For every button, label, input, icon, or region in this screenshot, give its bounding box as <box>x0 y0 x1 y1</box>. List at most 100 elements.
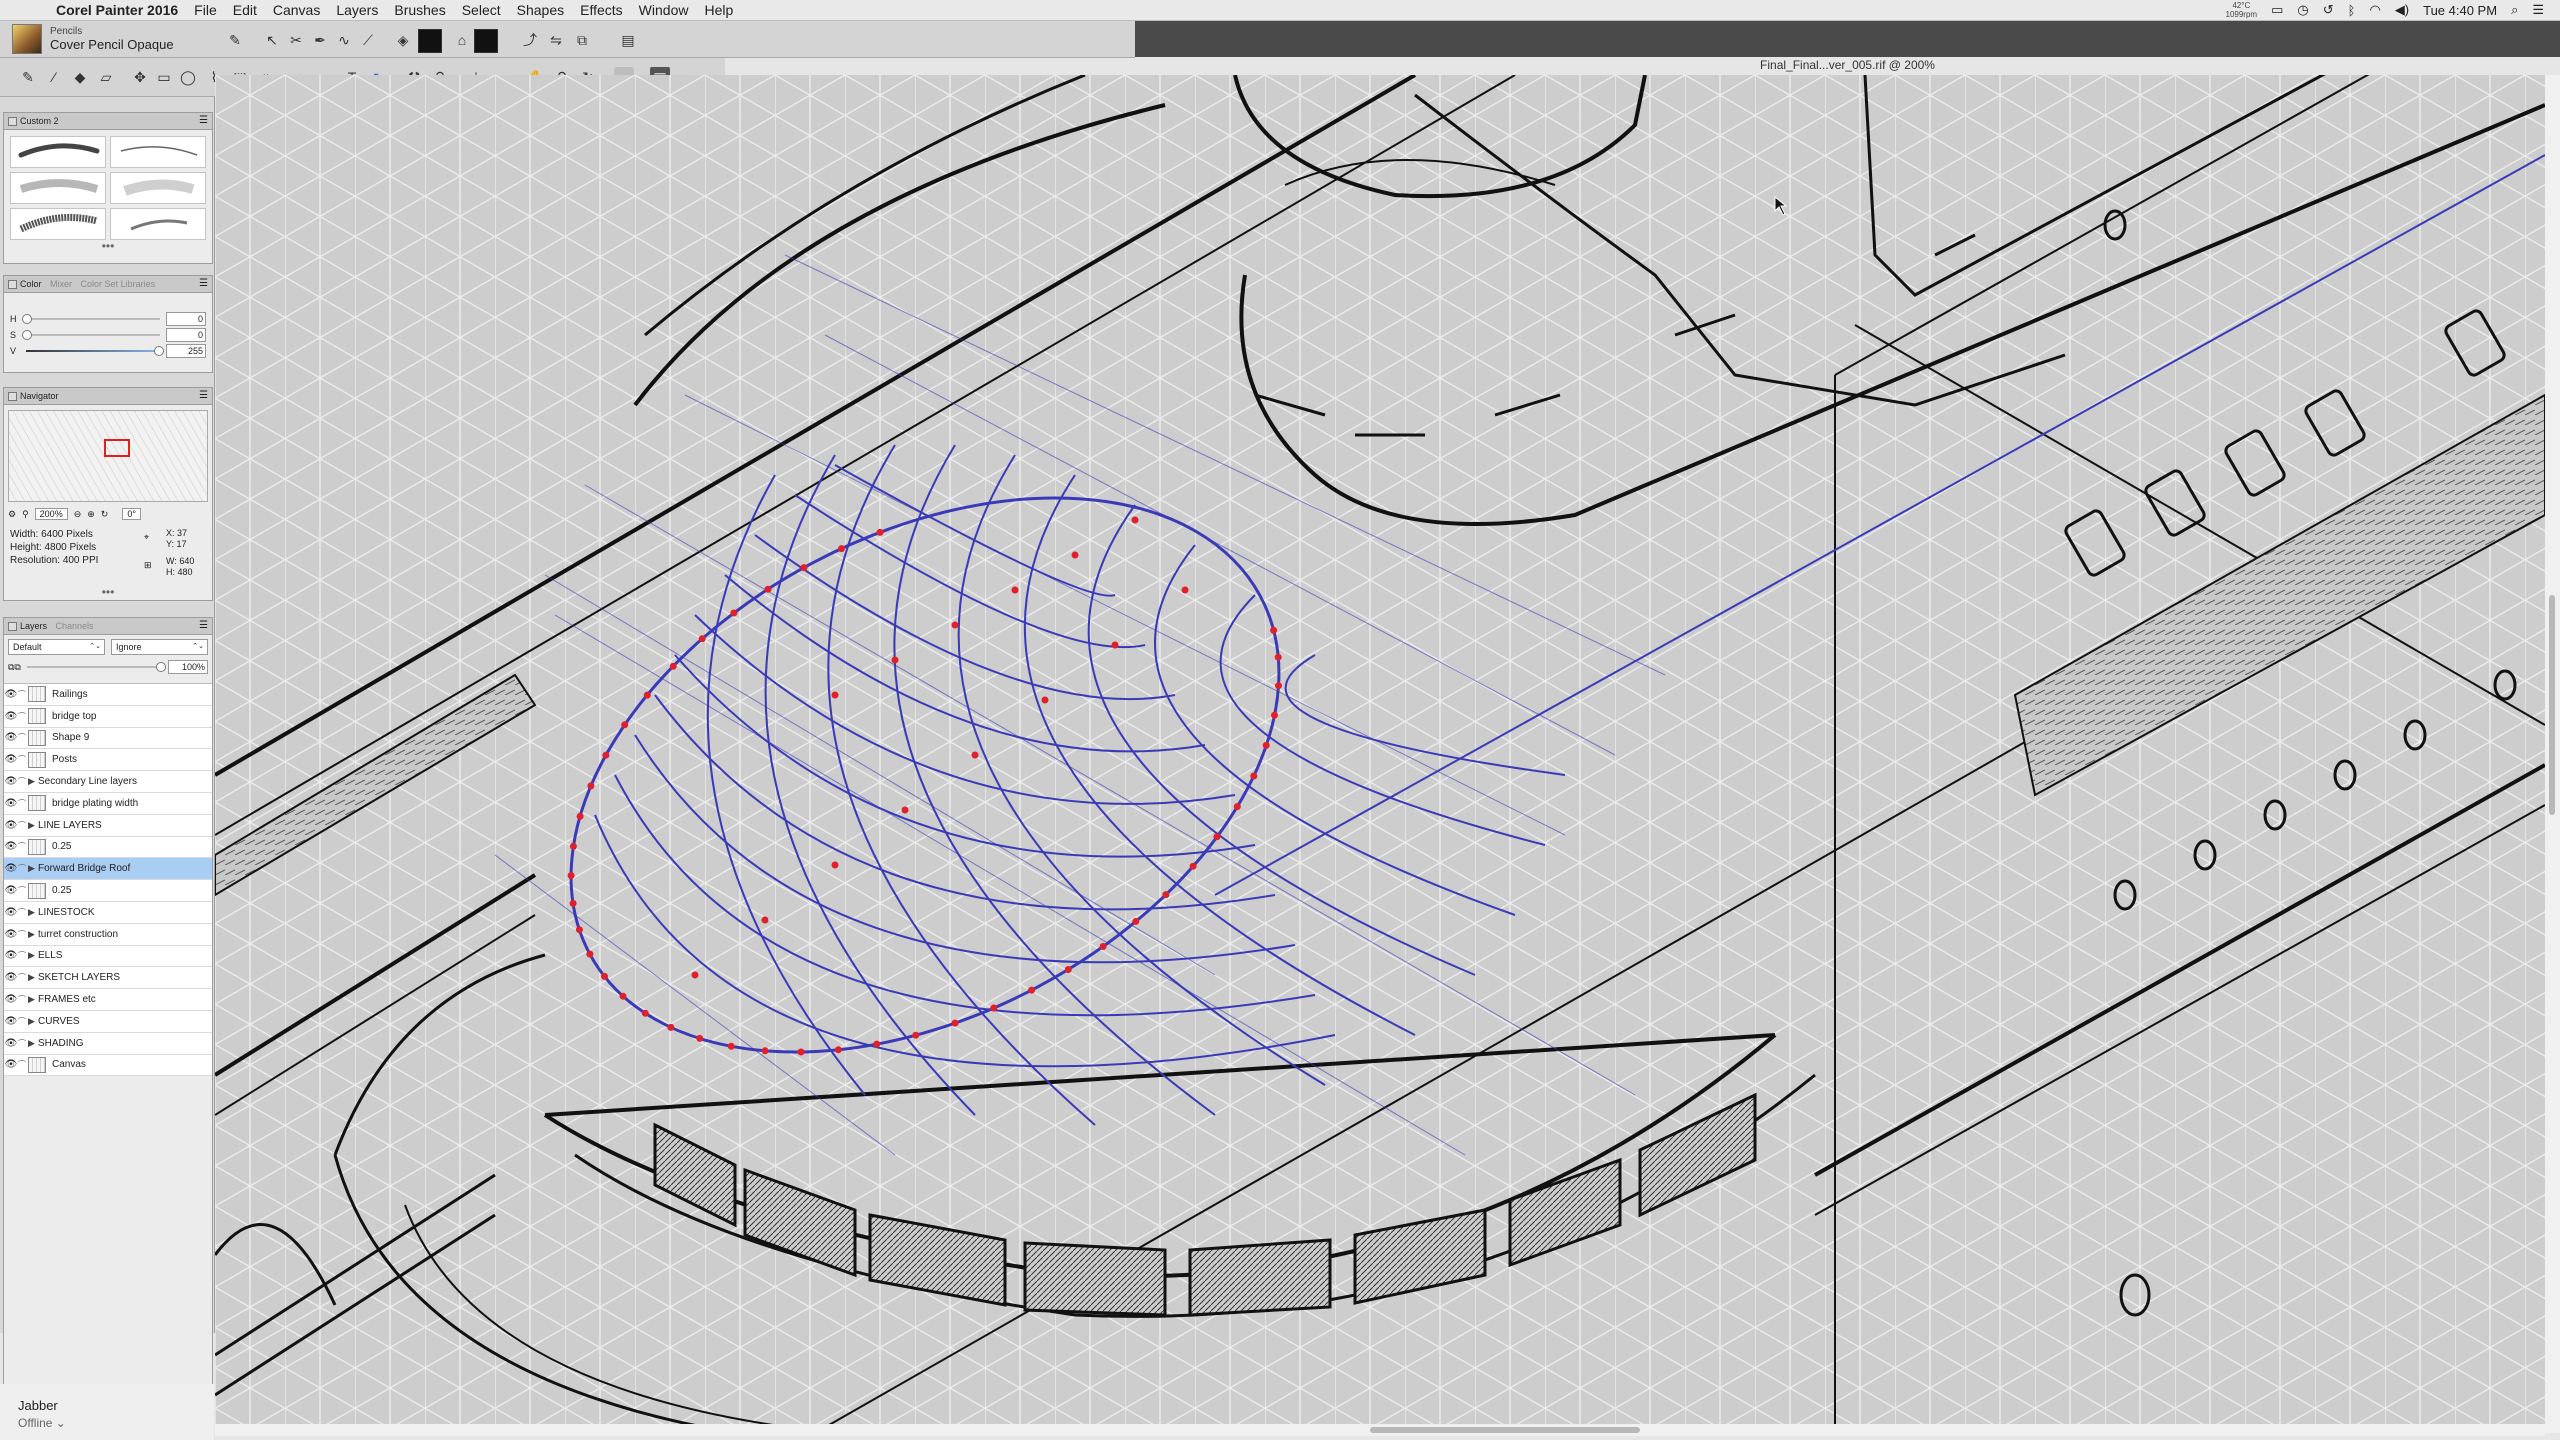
visibility-eye-icon[interactable]: 👁︎ <box>4 863 18 874</box>
layer-lock-icon[interactable]: ⌒ <box>18 994 28 1005</box>
rotate-icon[interactable]: ↻ <box>101 509 109 520</box>
bezier-control-point[interactable] <box>891 656 899 664</box>
bezier-control-point[interactable] <box>834 1046 842 1054</box>
brush-tool-button[interactable]: ✎ <box>18 67 38 87</box>
visibility-eye-icon[interactable]: 👁︎ <box>4 885 18 896</box>
zoom-out-icon[interactable]: ⊖ <box>74 509 82 520</box>
layer-row[interactable]: 👁︎ ⌒ ▶ turret construction <box>4 924 212 946</box>
bezier-control-point[interactable] <box>1162 891 1170 899</box>
bezier-control-point[interactable] <box>797 1048 805 1056</box>
jabber-status[interactable]: Jabber Offline ⌄ <box>0 1384 214 1440</box>
slider-knob[interactable] <box>156 662 166 672</box>
visibility-eye-icon[interactable]: 👁︎ <box>4 820 18 831</box>
bezier-control-point[interactable] <box>621 721 629 729</box>
bezier-control-point[interactable] <box>1028 986 1036 994</box>
scroll-thumb[interactable] <box>1370 1427 1640 1433</box>
saturation-slider[interactable] <box>22 330 160 340</box>
bezier-control-point[interactable] <box>1189 862 1197 870</box>
visibility-eye-icon[interactable]: 👁︎ <box>4 841 18 852</box>
opacity-slider[interactable] <box>26 662 166 672</box>
expand-group-icon[interactable]: ▶ <box>28 929 38 940</box>
wifi-icon[interactable]: ◠ <box>2369 2 2380 18</box>
hue-value-field[interactable]: 0 <box>166 312 206 326</box>
history-icon[interactable]: ↺ <box>2323 2 2334 18</box>
visibility-eye-icon[interactable]: 👁︎ <box>4 754 18 765</box>
bezier-control-point[interactable] <box>761 916 769 924</box>
resize-handle[interactable]: ••• <box>4 586 212 598</box>
visibility-eye-icon[interactable]: 👁︎ <box>4 711 18 722</box>
settings-gear-icon[interactable]: ⚙ <box>8 509 16 520</box>
align-icon[interactable]: ⇋ <box>546 30 566 50</box>
layer-lock-icon[interactable]: ⌒ <box>18 1059 28 1070</box>
bezier-control-point[interactable] <box>1250 772 1258 780</box>
straight-line-icon[interactable]: ⟋ <box>358 30 378 50</box>
bezier-control-point[interactable] <box>901 806 909 814</box>
bezier-control-point[interactable] <box>838 545 845 553</box>
layer-row[interactable]: 👁︎ ⌒ ▶ SKETCH LAYERS <box>4 967 212 990</box>
layer-row[interactable]: 👁︎ ⌒ Shape 9 <box>4 728 212 750</box>
app-menu[interactable]: Corel Painter 2016 <box>56 2 178 18</box>
jabber-presence[interactable]: Offline ⌄ <box>18 1416 66 1430</box>
bezier-control-point[interactable] <box>619 992 627 1000</box>
tab-mixer[interactable]: Mixer <box>50 276 72 292</box>
bezier-control-point[interactable] <box>669 662 677 670</box>
saturation-value-field[interactable]: 0 <box>166 328 206 342</box>
visibility-eye-icon[interactable]: 👁︎ <box>4 1038 18 1049</box>
temperature-monitor[interactable]: 42°C 1099rpm <box>2226 1 2258 19</box>
bezier-control-point[interactable] <box>831 691 839 699</box>
preserve-transparency-select[interactable]: Ignore <box>111 639 208 655</box>
menu-edit[interactable]: Edit <box>233 2 257 18</box>
visibility-eye-icon[interactable]: 👁︎ <box>4 732 18 743</box>
layer-row[interactable]: 👁︎ ⌒ 0.25 <box>4 837 212 859</box>
expand-group-icon[interactable]: ▶ <box>28 776 38 787</box>
bezier-control-point[interactable] <box>1262 741 1270 749</box>
bezier-control-point[interactable] <box>567 872 575 879</box>
bezier-control-point[interactable] <box>691 971 699 979</box>
layer-lock-icon[interactable]: ⌒ <box>18 732 28 743</box>
layer-lock-icon[interactable]: ⌒ <box>18 950 28 961</box>
tab-color[interactable]: Color <box>20 276 42 292</box>
display-icon[interactable]: ▭ <box>2271 2 2283 18</box>
lock-icons[interactable]: ⧉⧉ <box>8 662 21 673</box>
scroll-thumb[interactable] <box>2549 595 2555 815</box>
bezier-control-point[interactable] <box>1274 653 1282 661</box>
close-panel-button[interactable] <box>8 280 17 289</box>
panel-menu-icon[interactable]: ☰ <box>199 276 208 292</box>
tab-navigator[interactable]: Navigator <box>20 388 59 404</box>
visibility-eye-icon[interactable]: 👁︎ <box>4 972 18 983</box>
zoom-field[interactable]: 200% <box>34 508 68 520</box>
layer-lock-icon[interactable]: ⌒ <box>18 972 28 983</box>
brush-preset-2[interactable] <box>110 136 206 168</box>
bezier-control-point[interactable] <box>1064 966 1072 973</box>
bezier-control-point[interactable] <box>576 812 584 820</box>
dropper-tool-button[interactable]: ⁄ <box>44 67 64 87</box>
expand-group-icon[interactable]: ▶ <box>28 863 38 874</box>
layer-row[interactable]: 👁︎ ⌒ bridge plating width <box>4 793 212 815</box>
visibility-eye-icon[interactable]: 👁︎ <box>4 798 18 809</box>
timemachine-icon[interactable]: ◷ <box>2297 2 2308 18</box>
layer-row[interactable]: 👁︎ ⌒ Posts <box>4 749 212 772</box>
bezier-control-point[interactable] <box>876 528 884 536</box>
layer-lock-icon[interactable]: ⌒ <box>18 841 28 852</box>
visibility-eye-icon[interactable]: 👁︎ <box>4 907 18 918</box>
bezier-control-point[interactable] <box>1099 943 1107 950</box>
visibility-eye-icon[interactable]: 👁︎ <box>4 689 18 700</box>
expand-group-icon[interactable]: ▶ <box>28 907 38 918</box>
menu-brushes[interactable]: Brushes <box>394 2 445 18</box>
layer-row[interactable]: 👁︎ ⌒ ▶ FRAMES etc <box>4 989 212 1011</box>
scissors-icon[interactable]: ✂ <box>286 30 306 50</box>
bezier-control-point[interactable] <box>696 1034 704 1042</box>
expand-group-icon[interactable]: ▶ <box>28 950 38 961</box>
bluetooth-icon[interactable]: ᛒ <box>2348 3 2356 18</box>
clock[interactable]: Tue 4:40 PM <box>2423 3 2497 18</box>
layer-row[interactable]: 👁︎ ⌒ 0.25 <box>4 880 212 902</box>
oval-selection-tool-button[interactable]: ◯ <box>178 67 198 87</box>
panel-menu-icon[interactable]: ☰ <box>199 113 208 129</box>
value-value-field[interactable]: 255 <box>166 344 206 358</box>
menu-shapes[interactable]: Shapes <box>517 2 564 18</box>
bezier-control-point[interactable] <box>730 609 738 617</box>
visibility-eye-icon[interactable]: 👁︎ <box>4 1059 18 1070</box>
bezier-control-point[interactable] <box>1041 696 1049 704</box>
layer-row[interactable]: 👁︎ ⌒ bridge top <box>4 706 212 728</box>
zoom-icon[interactable]: ⚲ <box>22 509 29 520</box>
